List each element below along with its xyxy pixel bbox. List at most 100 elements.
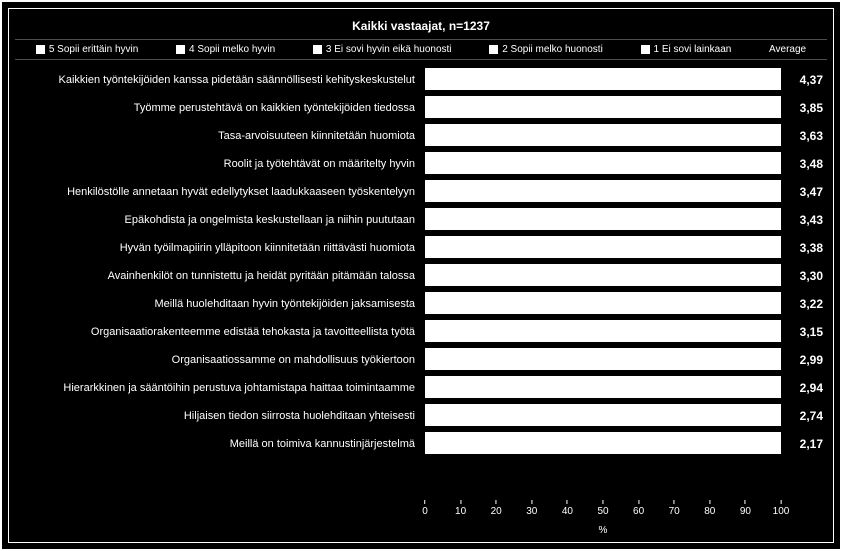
average-value: 3,15 [785,318,827,346]
bar [425,96,781,118]
tick-line [638,500,639,504]
bar-row [425,206,781,234]
x-tick: 50 [597,500,608,517]
bar [425,180,781,202]
category-label: Kaikkien työntekijöiden kanssa pidetään … [15,66,425,94]
average-value: 4,37 [785,66,827,94]
x-tick: 30 [526,500,537,517]
x-tick: 100 [773,500,790,517]
tick-line [425,500,426,504]
category-label: Organisaatiorakenteemme edistää tehokast… [15,318,425,346]
bar-track [425,430,781,458]
legend-label: 5 Sopii erittäin hyvin [49,44,139,55]
bar-row [425,94,781,122]
bars-stack [425,66,781,500]
swatch-icon [176,45,185,54]
bar [425,320,781,342]
average-value: 3,43 [785,206,827,234]
bar-track [425,346,781,374]
average-value: 2,99 [785,346,827,374]
x-tick-label: 50 [597,506,608,517]
bar [425,236,781,258]
category-label: Avainhenkilöt on tunnistettu ja heidät p… [15,262,425,290]
tick-line [709,500,710,504]
category-label: Organisaatiossamme on mahdollisuus työki… [15,346,425,374]
legend-item-1: 1 Ei sovi lainkaan [641,44,732,55]
x-tick-label: 10 [455,506,466,517]
x-tick: 80 [704,500,715,517]
bar-track [425,150,781,178]
average-column: 4,373,853,633,483,473,433,383,303,223,15… [781,66,827,536]
average-value: 3,85 [785,94,827,122]
average-value: 3,48 [785,150,827,178]
bar-row [425,346,781,374]
bar-track [425,290,781,318]
bar-track [425,374,781,402]
legend-label: Average [769,44,806,55]
bar-row [425,150,781,178]
legend-item-5: 5 Sopii erittäin hyvin [36,44,139,55]
category-label: Hyvän työilmapiirin ylläpitoon kiinnitet… [15,234,425,262]
x-tick-label: 80 [704,506,715,517]
bar [425,264,781,286]
bar [425,432,781,454]
tick-line [745,500,746,504]
bar-track [425,318,781,346]
legend-item-3: 3 Ei sovi hyvin eikä huonosti [313,44,452,55]
x-axis: 0102030405060708090100 % [425,500,781,536]
bar-track [425,178,781,206]
tick-line [567,500,568,504]
bar-row [425,262,781,290]
category-label: Meillä huolehditaan hyvin työntekijöiden… [15,290,425,318]
bar-row [425,290,781,318]
x-tick-label: 70 [669,506,680,517]
swatch-icon [36,45,45,54]
category-label: Henkilöstölle annetaan hyvät edellytykse… [15,178,425,206]
tick-line [603,500,604,504]
x-tick: 0 [422,500,428,517]
average-value: 2,94 [785,374,827,402]
plot-area: Kaikkien työntekijöiden kanssa pidetään … [15,60,827,536]
category-label: Epäkohdista ja ongelmista keskustellaan … [15,206,425,234]
bar-track [425,94,781,122]
chart-inner: Kaikki vastaajat, n=1237 5 Sopii erittäi… [8,8,834,543]
x-tick-label: 30 [526,506,537,517]
chart-title: Kaikki vastaajat, n=1237 [15,15,827,39]
x-tick-label: 0 [422,506,428,517]
category-label: Meillä on toimiva kannustinjärjestelmä [15,430,425,458]
bar-row [425,374,781,402]
average-value: 3,30 [785,262,827,290]
swatch-icon [313,45,322,54]
bars-column: 0102030405060708090100 % [425,66,781,536]
tick-line [781,500,782,504]
x-tick-label: 90 [740,506,751,517]
bar [425,68,781,90]
average-value: 2,17 [785,430,827,458]
average-value: 2,74 [785,402,827,430]
category-label: Hiljaisen tiedon siirrosta huolehditaan … [15,402,425,430]
bar [425,124,781,146]
bar [425,376,781,398]
bar-row [425,430,781,458]
bar-track [425,66,781,94]
bar-track [425,262,781,290]
bar [425,348,781,370]
bar-row [425,66,781,94]
x-tick: 40 [562,500,573,517]
bar [425,208,781,230]
category-label: Tasa-arvoisuuteen kiinnitetään huomiota [15,122,425,150]
bar-row [425,122,781,150]
x-tick: 70 [669,500,680,517]
bar-row [425,318,781,346]
legend-item-4: 4 Sopii melko hyvin [176,44,275,55]
bar-track [425,122,781,150]
x-tick: 60 [633,500,644,517]
legend-item-avg: Average [769,44,806,55]
bar-row [425,234,781,262]
average-value: 3,22 [785,290,827,318]
average-value: 3,63 [785,122,827,150]
x-tick: 20 [491,500,502,517]
category-label: Roolit ja työtehtävät on määritelty hyvi… [15,150,425,178]
bar [425,292,781,314]
bar-track [425,402,781,430]
